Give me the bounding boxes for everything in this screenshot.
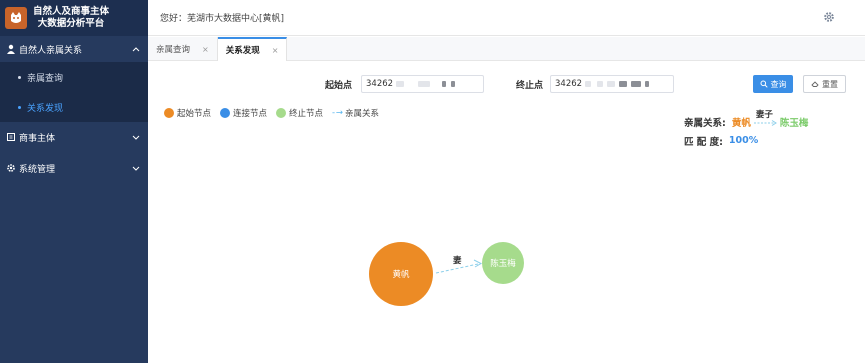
submenu-kinship: 亲属查询 关系发现 [0,62,148,122]
start-node-label: 黄帆 [392,269,410,279]
tab-label: 关系发现 [225,46,260,56]
tab-relation-discovery[interactable]: 关系发现 × [217,37,288,61]
bullet-icon [18,105,21,109]
top-header: 您好：芜湖市大数据中心[黄帆] [148,0,865,36]
user-greeting: 您好：芜湖市大数据中心[黄帆] [160,14,285,24]
relation-edge-label: 妻 [453,255,462,265]
tab-label: 亲属查询 [156,45,191,55]
sidebar-item-kinship-query[interactable]: 亲属查询 [0,62,148,92]
menu-group-business-entity[interactable]: 商事主体 [0,124,148,150]
brand: 自然人及商事主体 大数据分析平台 [0,0,148,36]
sidebar-item-relation-discovery[interactable]: 关系发现 [0,92,148,122]
node-start[interactable]: 黄帆 [369,242,433,306]
app-title-line1: 自然人及商事主体 [33,6,110,17]
menu-group-kinship[interactable]: 自然人亲属关系 [0,36,148,62]
user-icon [7,44,15,54]
menu-group-label: 自然人亲属关系 [19,45,83,56]
building-icon [7,133,15,141]
app-title: 自然人及商事主体 大数据分析平台 [33,6,109,30]
relation-graph: 妻 黄帆 陈玉梅 [369,242,524,306]
bullet-icon [18,75,21,79]
chevron-down-icon [132,166,140,171]
close-icon[interactable]: × [202,45,209,54]
node-end[interactable]: 陈玉梅 [482,242,524,284]
tab-kinship-query[interactable]: 亲属查询 × [148,37,218,61]
sidebar: 自然人及商事主体 大数据分析平台 自然人亲属关系 亲属查询 关系发现 商事主体 … [0,0,148,363]
chevron-down-icon [132,135,140,140]
menu-group-label: 系统管理 [19,164,56,175]
close-icon[interactable]: × [272,46,279,55]
sidebar-item-label: 亲属查询 [27,73,64,84]
app-title-line2: 大数据分析平台 [37,18,105,29]
sidebar-item-label: 关系发现 [27,103,64,114]
arrowhead-icon [473,259,483,268]
menu-group-label: 商事主体 [19,133,56,144]
relation-edge-line [435,263,479,274]
end-node-label: 陈玉梅 [490,258,516,268]
app-logo [5,7,27,29]
settings-gear-icon[interactable] [823,11,835,23]
chevron-up-icon [132,47,140,52]
menu-group-system-admin[interactable]: 系统管理 [0,155,148,181]
tab-bar: 亲属查询 × 关系发现 × [148,37,865,61]
main-content: 起始点 34262 终止点 34262 查询 重置 起始节点 连接节点 终止节点… [148,62,865,363]
gear-icon [7,164,15,172]
